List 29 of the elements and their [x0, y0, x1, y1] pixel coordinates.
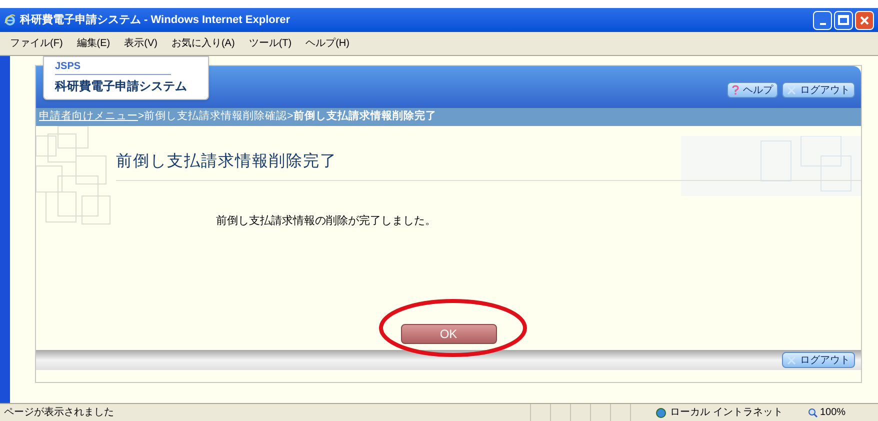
help-button[interactable]: ヘルプ — [727, 82, 778, 98]
logo-name: 科研費電子申請システム — [55, 78, 188, 95]
breadcrumb-separator: >前倒し支払請求情報削除確認> — [138, 109, 294, 124]
close-button[interactable] — [855, 10, 874, 30]
close-icon — [787, 356, 796, 364]
menu-item[interactable]: 編集(E) — [76, 36, 110, 51]
menu-item[interactable]: お気に入り(A) — [171, 36, 235, 51]
menu-item[interactable]: ヘルプ(H) — [306, 36, 350, 51]
page-heading: 前倒し支払請求情報削除完了 — [116, 152, 338, 172]
close-icon — [787, 86, 796, 94]
maximize-button[interactable] — [834, 10, 853, 30]
menu-item[interactable]: ツール(T) — [248, 36, 292, 51]
logo-org: JSPS — [55, 59, 171, 75]
window-title: 科研費電子申請システム - Windows Internet Explorer — [20, 12, 290, 28]
zoom-level[interactable]: 100% — [820, 405, 846, 420]
magnifier-icon — [808, 408, 818, 418]
question-icon — [732, 85, 739, 95]
intranet-icon — [656, 408, 666, 418]
minimize-button[interactable] — [813, 10, 832, 30]
logout-button[interactable]: ログアウト — [782, 82, 855, 98]
browser-icon — [4, 14, 16, 26]
menu-item[interactable]: 表示(V) — [124, 36, 158, 51]
close-icon — [859, 14, 870, 26]
logout-button[interactable]: ログアウト — [782, 352, 855, 368]
status-text: ページが表示されました — [3, 406, 115, 420]
breadcrumb-current: 前倒し支払請求情報削除完了 — [293, 109, 436, 124]
menu-item[interactable]: ファイル(F) — [10, 36, 63, 51]
zone-text: ローカル イントラネット — [670, 406, 784, 420]
message-text: 前倒し支払請求情報の削除が完了しました。 — [216, 214, 437, 229]
